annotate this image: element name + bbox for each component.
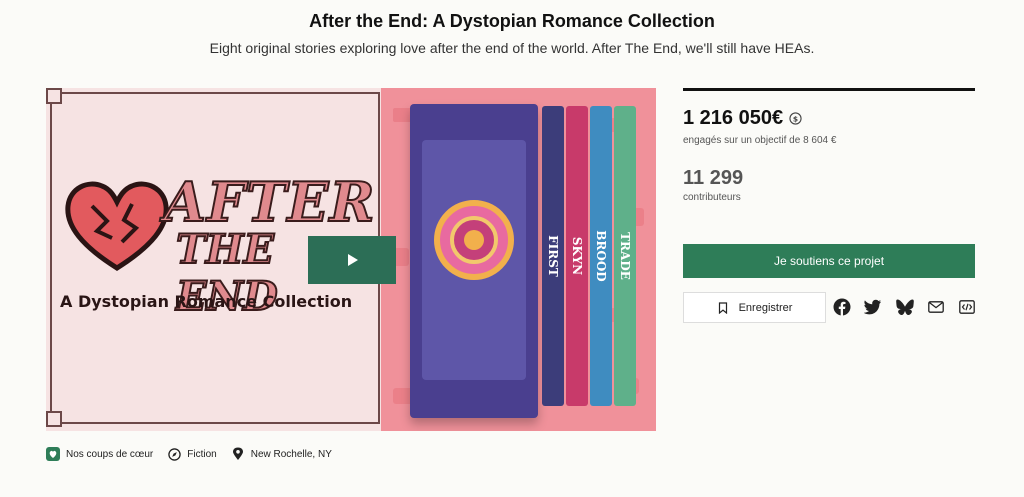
back-project-button[interactable]: Je soutiens ce projet [683,244,975,278]
tag-label: New Rochelle, NY [250,448,332,460]
box-cover-art [422,140,526,380]
tag-projects-we-love[interactable]: Nos coups de cœur [46,447,153,461]
tag-location[interactable]: New Rochelle, NY [231,447,332,461]
pledged-amount: 1 216 050€ $ [683,107,802,130]
logo-subtitle: A Dystopian Romance Collection [60,292,353,311]
goal-text: engagés sur un objectif de 8 604 € [683,135,837,146]
heart-badge-icon [46,447,60,461]
email-icon[interactable] [926,297,946,317]
embed-icon[interactable] [957,297,977,317]
backers-label: contributeurs [683,192,741,203]
book-spine: BROOD [590,106,612,406]
book-spine: TRADE [614,106,636,406]
currency-convert-icon[interactable]: $ [789,112,802,125]
progress-bar [683,88,975,91]
save-button[interactable]: Enregistrer [683,292,826,323]
compass-icon [167,447,181,461]
project-page: After the End: A Dystopian Romance Colle… [0,0,1024,497]
bluesky-icon[interactable] [895,297,915,317]
tag-fiction[interactable]: Fiction [167,447,217,461]
logo-after: AFTER [163,170,376,234]
frame-corner [46,411,62,427]
project-title: After the End: A Dystopian Romance Colle… [309,11,715,31]
project-subtitle: Eight original stories exploring love af… [209,40,815,56]
book-spine: FIRST [542,106,564,406]
svg-text:$: $ [793,114,798,123]
facebook-icon[interactable] [832,297,852,317]
book-spine: SKYN [566,106,588,406]
project-tags: Nos coups de cœur Fiction New Rochelle, … [46,446,346,462]
tag-label: Fiction [187,448,217,460]
play-icon [348,254,358,266]
project-video[interactable]: AFTER THE END A Dystopian Romance Collec… [46,88,656,431]
frame-corner [46,88,62,104]
tag-label: Nos coups de cœur [66,448,154,460]
map-pin-icon [231,447,245,461]
book-box-set [410,104,538,418]
broken-heart-icon [65,181,169,271]
backers-count: 11 299 [683,167,744,189]
bookmark-icon [718,301,727,314]
twitter-icon[interactable] [863,297,883,317]
play-button[interactable] [308,236,396,284]
